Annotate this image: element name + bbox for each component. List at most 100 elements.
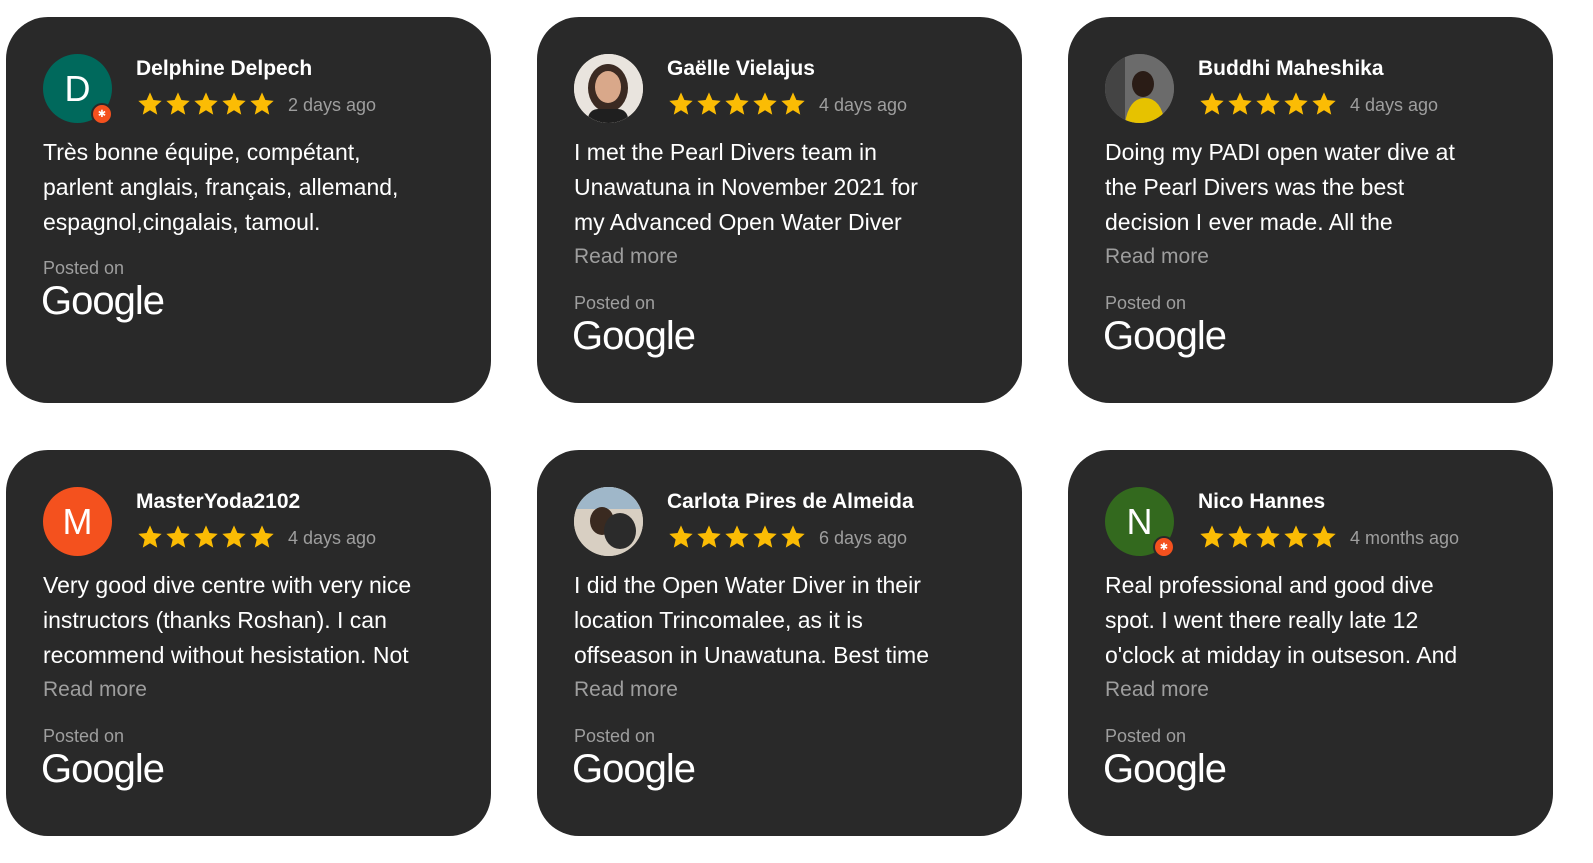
avatar-letter: M [62, 500, 93, 542]
read-more-link[interactable]: Read more [574, 245, 678, 269]
review-time: 4 days ago [288, 528, 377, 548]
reviewer-name[interactable]: MasterYoda2102 [136, 490, 300, 514]
google-logo[interactable]: Google [572, 747, 696, 792]
star-rating [667, 523, 807, 551]
review-card: Gaëlle Vielajus 4 days ago I met the Pea… [537, 17, 1022, 403]
avatar[interactable] [1105, 54, 1174, 123]
review-card: D ✱ Delphine Delpech 2 days ago Très bon… [6, 17, 491, 403]
star-icon [138, 92, 162, 115]
review-text-line: offseason in Unawatuna. Best time [574, 642, 930, 668]
star-icon [725, 92, 749, 115]
star-icon [1312, 525, 1336, 548]
review-text-line: Très bonne équipe, compétant, [43, 139, 361, 165]
star-icon [669, 525, 693, 548]
star-icon [697, 525, 721, 548]
review-text-line: Very good dive centre with very nice [43, 572, 412, 598]
star-rating [136, 90, 276, 118]
read-more-link[interactable]: Read more [1105, 678, 1209, 702]
review-card: M MasterYoda2102 4 days ago Very good di… [6, 450, 491, 836]
star-icon [222, 525, 246, 548]
star-icon [1284, 525, 1308, 548]
google-logo[interactable]: Google [41, 279, 165, 324]
review-time: 4 days ago [819, 95, 908, 115]
star-icon [697, 92, 721, 115]
review-time: 4 months ago [1350, 528, 1460, 548]
star-icon [669, 92, 693, 115]
google-logo[interactable]: Google [41, 747, 165, 792]
star-icon [1284, 92, 1308, 115]
review-text: I did the Open Water Diver in their loca… [574, 568, 1004, 673]
star-rating [1198, 523, 1338, 551]
star-icon [194, 92, 218, 115]
avatar[interactable] [574, 487, 643, 556]
posted-on-label: Posted on [1105, 293, 1187, 313]
review-text-line: o'clock at midday in outseson. And [1105, 642, 1458, 668]
star-icon [166, 525, 190, 548]
star-rating [136, 523, 276, 551]
reviewer-name[interactable]: Gaëlle Vielajus [667, 57, 815, 81]
review-text: I met the Pearl Divers team in Unawatuna… [574, 135, 1004, 240]
review-card: Buddhi Maheshika 4 days ago Doing my PAD… [1068, 17, 1553, 403]
star-icon [138, 525, 162, 548]
review-text-line: decision I ever made. All the [1105, 209, 1393, 235]
star-icon [781, 525, 805, 548]
google-logo[interactable]: Google [572, 314, 696, 359]
review-text: Doing my PADI open water dive at the Pea… [1105, 135, 1535, 240]
star-rating [667, 90, 807, 118]
reviewer-name[interactable]: Nico Hannes [1198, 490, 1325, 514]
star-icon [1200, 525, 1224, 548]
star-icon [1312, 92, 1336, 115]
review-text-line: instructors (thanks Roshan). I can [43, 607, 387, 633]
star-icon [1256, 525, 1280, 548]
user-photo-icon [574, 487, 643, 556]
review-text-line: I met the Pearl Divers team in [574, 139, 877, 165]
star-icon [1200, 92, 1224, 115]
posted-on-label: Posted on [1105, 726, 1187, 746]
review-text: Real professional and good dive spot. I … [1105, 568, 1535, 673]
avatar[interactable]: M [43, 487, 112, 556]
reviewer-name[interactable]: Carlota Pires de Almeida [667, 490, 914, 514]
reviewer-name[interactable]: Delphine Delpech [136, 57, 312, 81]
reviewer-name[interactable]: Buddhi Maheshika [1198, 57, 1384, 81]
review-text-line: spot. I went there really late 12 [1105, 607, 1419, 633]
review-text-line: parlent anglais, français, allemand, [43, 174, 399, 200]
review-text-line: location Trincomalee, as it is [574, 607, 863, 633]
local-guide-badge-icon: ✱ [1153, 536, 1175, 558]
star-icon [781, 92, 805, 115]
user-photo-icon [574, 54, 643, 123]
review-time: 6 days ago [819, 528, 908, 548]
review-text-line: recommend without hesistation. Not [43, 642, 409, 668]
review-card: Carlota Pires de Almeida 6 days ago I di… [537, 450, 1022, 836]
posted-on-label: Posted on [574, 293, 656, 313]
review-time: 2 days ago [288, 95, 377, 115]
star-icon [1228, 92, 1252, 115]
google-logo[interactable]: Google [1103, 747, 1227, 792]
star-icon [166, 92, 190, 115]
star-icon [1228, 525, 1252, 548]
review-text-line: espagnol,cingalais, tamoul. [43, 209, 321, 235]
star-icon [1256, 92, 1280, 115]
avatar-letter: D [64, 67, 91, 109]
read-more-link[interactable]: Read more [574, 678, 678, 702]
review-text: Très bonne équipe, compétant, parlent an… [43, 135, 473, 240]
star-rating [1198, 90, 1338, 118]
star-icon [194, 525, 218, 548]
review-card: N ✱ Nico Hannes 4 months ago Real profes… [1068, 450, 1553, 836]
user-photo-icon [1105, 54, 1174, 123]
star-icon [753, 92, 777, 115]
avatar[interactable] [574, 54, 643, 123]
read-more-link[interactable]: Read more [1105, 245, 1209, 269]
star-icon [222, 92, 246, 115]
posted-on-label: Posted on [43, 258, 125, 278]
review-text-line: the Pearl Divers was the best [1105, 174, 1405, 200]
review-text-line: I did the Open Water Diver in their [574, 572, 921, 598]
reviews-grid: D ✱ Delphine Delpech 2 days ago Très bon… [0, 0, 1593, 863]
star-icon [725, 525, 749, 548]
avatar-letter: N [1126, 500, 1153, 542]
review-text-line: Doing my PADI open water dive at [1105, 139, 1455, 165]
read-more-link[interactable]: Read more [43, 678, 147, 702]
review-time: 4 days ago [1350, 95, 1439, 115]
google-logo[interactable]: Google [1103, 314, 1227, 359]
star-icon [250, 525, 274, 548]
posted-on-label: Posted on [43, 726, 125, 746]
